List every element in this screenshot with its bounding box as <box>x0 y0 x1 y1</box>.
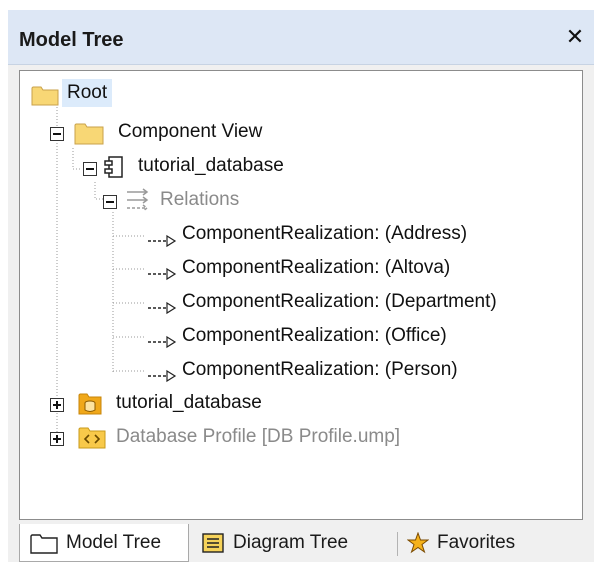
folder-icon <box>31 86 59 106</box>
tree-node-label[interactable]: ComponentRealization: (Altova) <box>182 253 450 283</box>
tab-favorites[interactable]: Favorites <box>407 524 567 562</box>
relations-icon <box>127 188 149 212</box>
tree-view[interactable]: Root Component View tutorial_database Re… <box>19 70 583 520</box>
expand-icon[interactable] <box>50 398 64 412</box>
tree-node-label[interactable]: Component View <box>118 117 262 147</box>
expand-icon[interactable] <box>50 432 64 446</box>
tab-label: Diagram Tree <box>233 532 349 553</box>
folder-icon <box>74 123 104 145</box>
folder-icon <box>30 533 58 554</box>
tree-node-label[interactable]: tutorial_database <box>116 388 262 418</box>
model-tree-panel: Model Tree ✕ Root Component View tutoria… <box>8 10 594 562</box>
diagram-tree-icon <box>202 533 224 553</box>
tab-separator <box>397 532 398 556</box>
panel-title-bar: Model Tree ✕ <box>8 10 594 65</box>
realization-icon <box>148 301 177 315</box>
tree-node-label[interactable]: Relations <box>160 185 239 215</box>
tab-model-tree[interactable]: Model Tree <box>19 524 189 562</box>
realization-icon <box>148 369 177 383</box>
tab-label: Model Tree <box>66 531 162 553</box>
realization-icon <box>148 234 177 248</box>
tab-diagram-tree[interactable]: Diagram Tree <box>201 524 381 562</box>
collapse-icon[interactable] <box>103 195 117 209</box>
tree-node-label[interactable]: ComponentRealization: (Department) <box>182 287 497 317</box>
tree-node-label[interactable]: Root <box>62 79 113 107</box>
close-icon[interactable]: ✕ <box>562 24 588 50</box>
tree-node-label[interactable]: ComponentRealization: (Address) <box>182 219 467 249</box>
profile-icon <box>78 427 106 449</box>
realization-icon <box>148 267 177 281</box>
component-icon <box>104 156 123 178</box>
tab-label: Favorites <box>437 532 516 553</box>
database-package-icon <box>78 393 102 415</box>
tree-node-label[interactable]: Database Profile [DB Profile.ump] <box>116 422 400 452</box>
collapse-icon[interactable] <box>83 162 97 176</box>
tree-node-label[interactable]: tutorial_database <box>138 151 284 181</box>
tab-bar: Model Tree Diagram Tree Favorites <box>19 524 581 562</box>
panel-title: Model Tree <box>19 29 124 51</box>
collapse-icon[interactable] <box>50 127 64 141</box>
favorites-icon <box>407 532 429 554</box>
tree-node-label[interactable]: ComponentRealization: (Person) <box>182 355 458 385</box>
realization-icon <box>148 335 177 349</box>
tree-node-label[interactable]: ComponentRealization: (Office) <box>182 321 447 351</box>
